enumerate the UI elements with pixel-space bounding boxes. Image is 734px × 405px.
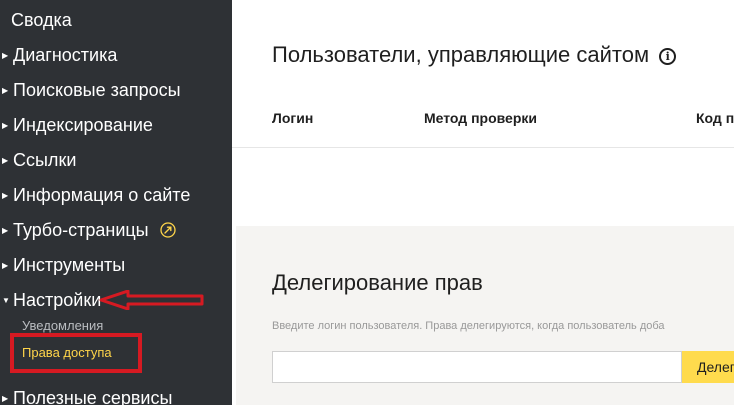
sidebar-item-summary[interactable]: Сводка xyxy=(11,6,72,34)
delegate-button[interactable]: Делегировать xyxy=(682,351,734,383)
sidebar-item-label: Инструменты xyxy=(13,255,126,275)
caret-right-icon: ▶ xyxy=(2,156,9,165)
login-input[interactable] xyxy=(272,351,682,383)
delegation-hint: Введите логин пользователя. Права делеги… xyxy=(272,320,665,332)
sidebar-item-indexing[interactable]: ▶ Индексирование xyxy=(0,111,153,139)
column-header-login: Логин xyxy=(272,110,314,126)
sidebar-item-search-queries[interactable]: ▶ Поисковые запросы xyxy=(0,76,181,104)
sidebar-item-label: Индексирование xyxy=(13,115,153,135)
info-icon[interactable]: i xyxy=(659,48,677,65)
sidebar-item-label: Информация о сайте xyxy=(13,185,191,205)
table-divider xyxy=(232,147,734,148)
sidebar-item-label: Турбо-страницы xyxy=(13,220,149,240)
sidebar-item-label: Поисковые запросы xyxy=(13,80,181,100)
sidebar-item-site-info[interactable]: ▶ Информация о сайте xyxy=(0,181,190,209)
sidebar-subitem-notifications[interactable]: Уведомления xyxy=(22,318,103,333)
sidebar-item-label: Диагностика xyxy=(13,45,118,65)
column-header-verification-method: Метод проверки xyxy=(424,110,538,126)
sidebar-item-diagnostics[interactable]: ▶ Диагностика xyxy=(0,41,117,69)
caret-right-icon: ▶ xyxy=(2,51,9,60)
caret-right-icon: ▶ xyxy=(2,226,9,235)
sidebar-item-turbo-pages[interactable]: ▶ Турбо-страницы xyxy=(0,216,176,244)
sidebar: Сводка ▶ Диагностика ▶ Поисковые запросы ▶… xyxy=(0,0,232,405)
delegation-section: Делегирование прав Введите логин пользов… xyxy=(236,226,734,405)
sidebar-item-label: Ссылки xyxy=(13,150,77,170)
caret-down-icon: ▼ xyxy=(2,296,10,305)
caret-right-icon: ▶ xyxy=(2,394,9,403)
column-header-code: Код п xyxy=(696,110,734,126)
caret-right-icon: ▶ xyxy=(2,121,9,130)
sidebar-item-label: Полезные сервисы xyxy=(13,388,173,405)
sidebar-item-links[interactable]: ▶ Ссылки xyxy=(0,146,76,174)
sidebar-item-label: Сводка xyxy=(11,10,72,30)
sidebar-item-useful-services[interactable]: ▶ Полезные сервисы xyxy=(0,384,172,405)
annotation-arrow-icon xyxy=(99,290,204,310)
caret-right-icon: ▶ xyxy=(2,261,9,270)
sidebar-item-settings[interactable]: ▼ Настройки xyxy=(0,286,101,314)
main-content: Пользователи, управляющие сайтом i Логин… xyxy=(232,0,734,405)
annotation-highlight-box xyxy=(10,333,142,373)
section-title: Делегирование прав xyxy=(272,270,483,295)
caret-right-icon: ▶ xyxy=(2,191,9,200)
caret-right-icon: ▶ xyxy=(2,86,9,95)
page-title: Пользователи, управляющие сайтом i xyxy=(272,42,677,68)
page-title-text: Пользователи, управляющие сайтом xyxy=(272,42,650,67)
sidebar-item-label: Настройки xyxy=(13,290,102,310)
users-section: Пользователи, управляющие сайтом i Логин… xyxy=(232,0,734,226)
sidebar-item-tools[interactable]: ▶ Инструменты xyxy=(0,251,125,279)
rocket-icon xyxy=(159,222,176,238)
